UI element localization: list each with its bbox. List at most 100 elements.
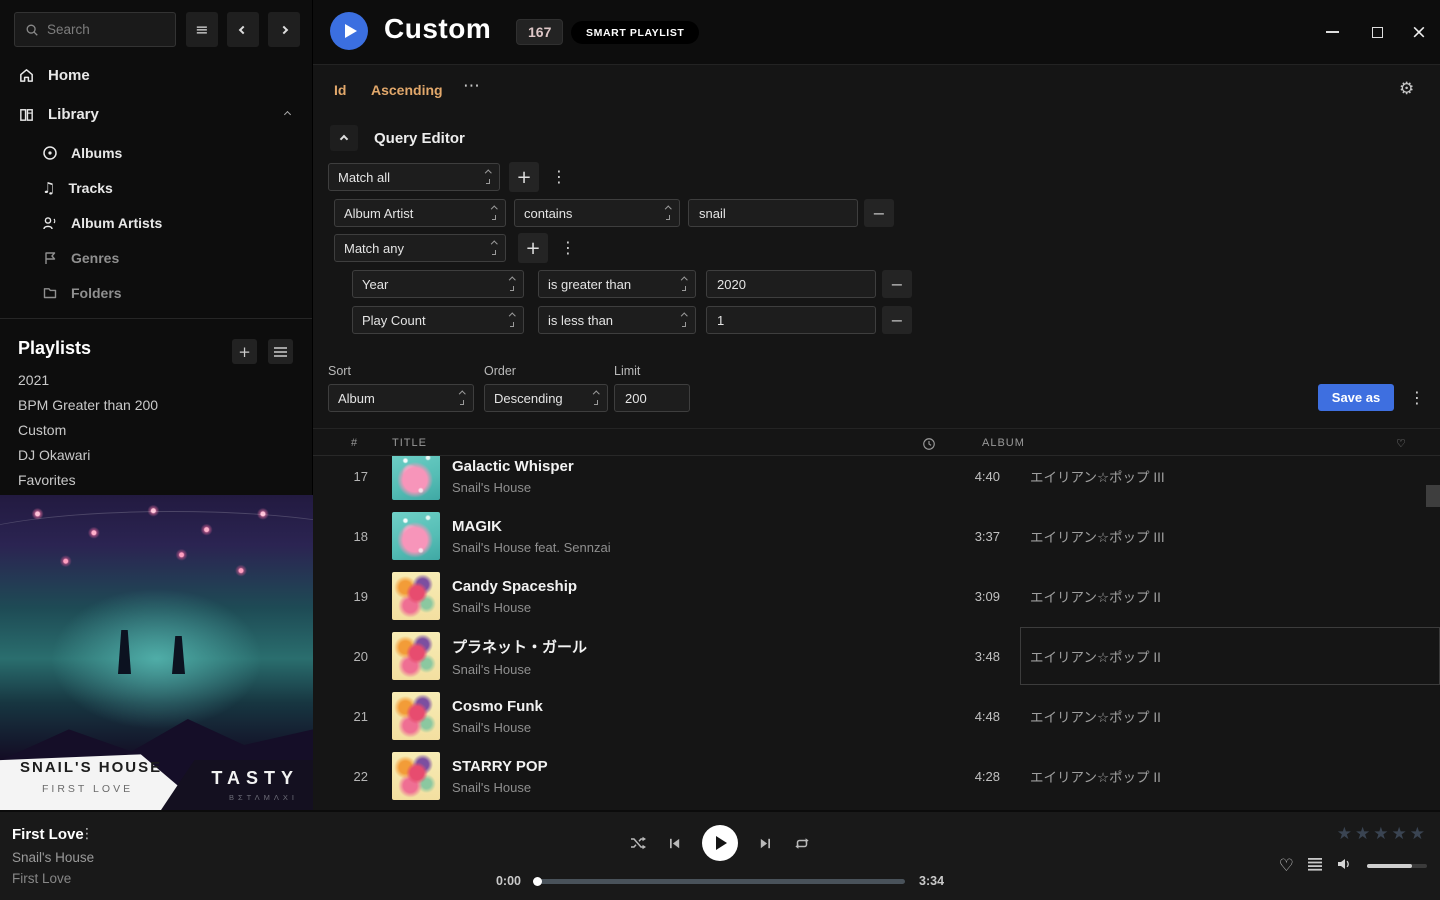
limit-input[interactable] — [614, 384, 690, 412]
minimize-icon — [1326, 31, 1339, 33]
forward-button[interactable] — [268, 12, 300, 47]
close-button[interactable]: × — [1404, 17, 1434, 47]
maximize-button[interactable] — [1362, 17, 1392, 47]
track-row[interactable]: 22 STARRY POP Snail's House 4:28 エイリアン☆ポ… — [313, 746, 1440, 806]
select-value: Match all — [338, 170, 390, 185]
rule1-field-select[interactable]: Album Artist — [334, 199, 506, 227]
maximize-icon — [1372, 27, 1383, 38]
artist-icon — [42, 215, 58, 231]
sort-direction-control[interactable]: Ascending — [371, 82, 443, 98]
remove-rule1-button[interactable]: − — [864, 199, 894, 227]
select-caret-icon — [486, 171, 491, 184]
collapse-query-editor-button[interactable] — [330, 125, 358, 151]
match-select-group1[interactable]: Match all — [328, 163, 500, 191]
search-box[interactable] — [14, 12, 176, 47]
duration-clock-icon[interactable] — [922, 437, 936, 454]
volume-slider[interactable] — [1367, 864, 1427, 868]
sidebar-item-album-artists[interactable]: Album Artists — [0, 208, 312, 238]
star-icon[interactable]: ★ — [1410, 824, 1425, 844]
more-options-button[interactable]: ⋯ — [463, 76, 481, 96]
total-time: 3:34 — [919, 874, 959, 888]
add-playlist-button[interactable]: + — [232, 339, 257, 364]
gear-icon[interactable]: ⚙ — [1399, 79, 1414, 99]
star-icon[interactable]: ★ — [1337, 824, 1352, 844]
rule2-field-select[interactable]: Year — [352, 270, 524, 298]
plus-icon: + — [238, 343, 251, 361]
select-caret-icon — [594, 392, 599, 405]
add-rule-button-group2[interactable]: + — [518, 233, 548, 263]
collapse-library-icon[interactable] — [284, 110, 291, 117]
track-row[interactable]: 18 MAGIK Snail's House feat. Sennzai 3:3… — [313, 506, 1440, 566]
back-button[interactable] — [227, 12, 259, 47]
column-album[interactable]: ALBUM — [982, 437, 1025, 449]
track-album: エイリアン☆ポップ II — [1020, 567, 1440, 625]
play-pause-button[interactable] — [702, 825, 738, 861]
track-row[interactable]: 21 Cosmo Funk Snail's House 4:48 エイリアン☆ポ… — [313, 686, 1440, 746]
sidebar-item-folders[interactable]: Folders — [0, 278, 312, 308]
minimize-button[interactable] — [1317, 17, 1347, 47]
play-playlist-button[interactable] — [330, 12, 368, 50]
save-menu-button[interactable]: ⋮ — [1409, 388, 1425, 407]
track-duration: 4:48 — [930, 709, 1000, 724]
favorite-column-heart-icon[interactable]: ♡ — [1396, 437, 1407, 450]
playlist-options-button[interactable] — [268, 339, 293, 364]
seek-handle[interactable] — [533, 877, 542, 886]
rule3-value-input[interactable] — [706, 306, 876, 334]
track-album-focused-cell[interactable]: エイリアン☆ポップ II — [1020, 627, 1440, 685]
repeat-button[interactable] — [793, 836, 811, 851]
rule3-operator-select[interactable]: is less than — [538, 306, 696, 334]
track-number: 18 — [328, 529, 368, 544]
track-row[interactable]: 17 Galactic Whisper Snail's House 4:40 エ… — [313, 456, 1440, 506]
sidebar-item-tracks[interactable]: ♫ Tracks — [0, 173, 312, 203]
select-caret-icon — [460, 392, 465, 405]
shuffle-button[interactable] — [629, 835, 647, 851]
remove-rule2-button[interactable]: − — [882, 270, 912, 298]
rule3-field-select[interactable]: Play Count — [352, 306, 524, 334]
column-title[interactable]: TITLE — [392, 437, 427, 449]
star-icon[interactable]: ★ — [1355, 824, 1370, 844]
track-row[interactable]: 19 Candy Spaceship Snail's House 3:09 エイ… — [313, 566, 1440, 626]
add-rule-button-group1[interactable]: + — [509, 162, 539, 192]
queue-icon[interactable] — [1307, 857, 1323, 876]
star-icon[interactable]: ★ — [1373, 824, 1388, 844]
sidebar-item-label: Genres — [71, 250, 119, 266]
playlist-item[interactable]: 2021 — [18, 372, 49, 388]
sidebar-item-home[interactable]: Home — [0, 60, 312, 90]
seek-bar[interactable] — [535, 879, 905, 884]
rating-stars[interactable]: ★ ★ ★ ★ ★ — [1337, 824, 1425, 844]
menu-button[interactable]: ≡ — [186, 12, 218, 47]
rule2-value-input[interactable] — [706, 270, 876, 298]
sort-field-control[interactable]: Id — [334, 82, 346, 98]
playlist-item[interactable]: Custom — [18, 422, 66, 438]
chevron-right-icon — [280, 25, 288, 33]
rule1-value-input[interactable] — [688, 199, 858, 227]
column-number[interactable]: # — [351, 437, 358, 449]
next-track-button[interactable] — [758, 836, 773, 851]
order-select[interactable]: Descending — [484, 384, 608, 412]
previous-track-button[interactable] — [667, 836, 682, 851]
track-number: 19 — [328, 589, 368, 604]
track-row[interactable]: 20 プラネット・ガール Snail's House 3:48 エイリアン☆ポッ… — [313, 626, 1440, 686]
favorite-heart-icon[interactable]: ♡ — [1279, 856, 1294, 876]
track-artist: Snail's House — [452, 600, 930, 615]
playlist-item[interactable]: BPM Greater than 200 — [18, 397, 158, 413]
track-duration: 4:40 — [930, 469, 1000, 484]
group2-menu-button[interactable]: ⋮ — [560, 238, 576, 257]
tracks-icon: ♫ — [42, 179, 55, 197]
star-icon[interactable]: ★ — [1392, 824, 1407, 844]
sidebar-item-genres[interactable]: Genres — [0, 243, 312, 273]
save-as-button[interactable]: Save as — [1318, 384, 1394, 411]
match-select-group2[interactable]: Match any — [334, 234, 506, 262]
rule1-operator-select[interactable]: contains — [514, 199, 680, 227]
group1-menu-button[interactable]: ⋮ — [551, 167, 567, 186]
volume-icon[interactable] — [1336, 857, 1354, 876]
rule2-operator-select[interactable]: is greater than — [538, 270, 696, 298]
playlist-item[interactable]: Favorites — [18, 472, 76, 488]
playlist-item[interactable]: DJ Okawari — [18, 447, 90, 463]
scrollbar-thumb[interactable] — [1426, 485, 1440, 507]
sidebar-item-albums[interactable]: Albums — [0, 138, 312, 168]
sidebar-item-library[interactable]: Library — [0, 99, 312, 129]
search-input[interactable] — [47, 22, 157, 37]
sort-select[interactable]: Album — [328, 384, 474, 412]
remove-rule3-button[interactable]: − — [882, 306, 912, 334]
